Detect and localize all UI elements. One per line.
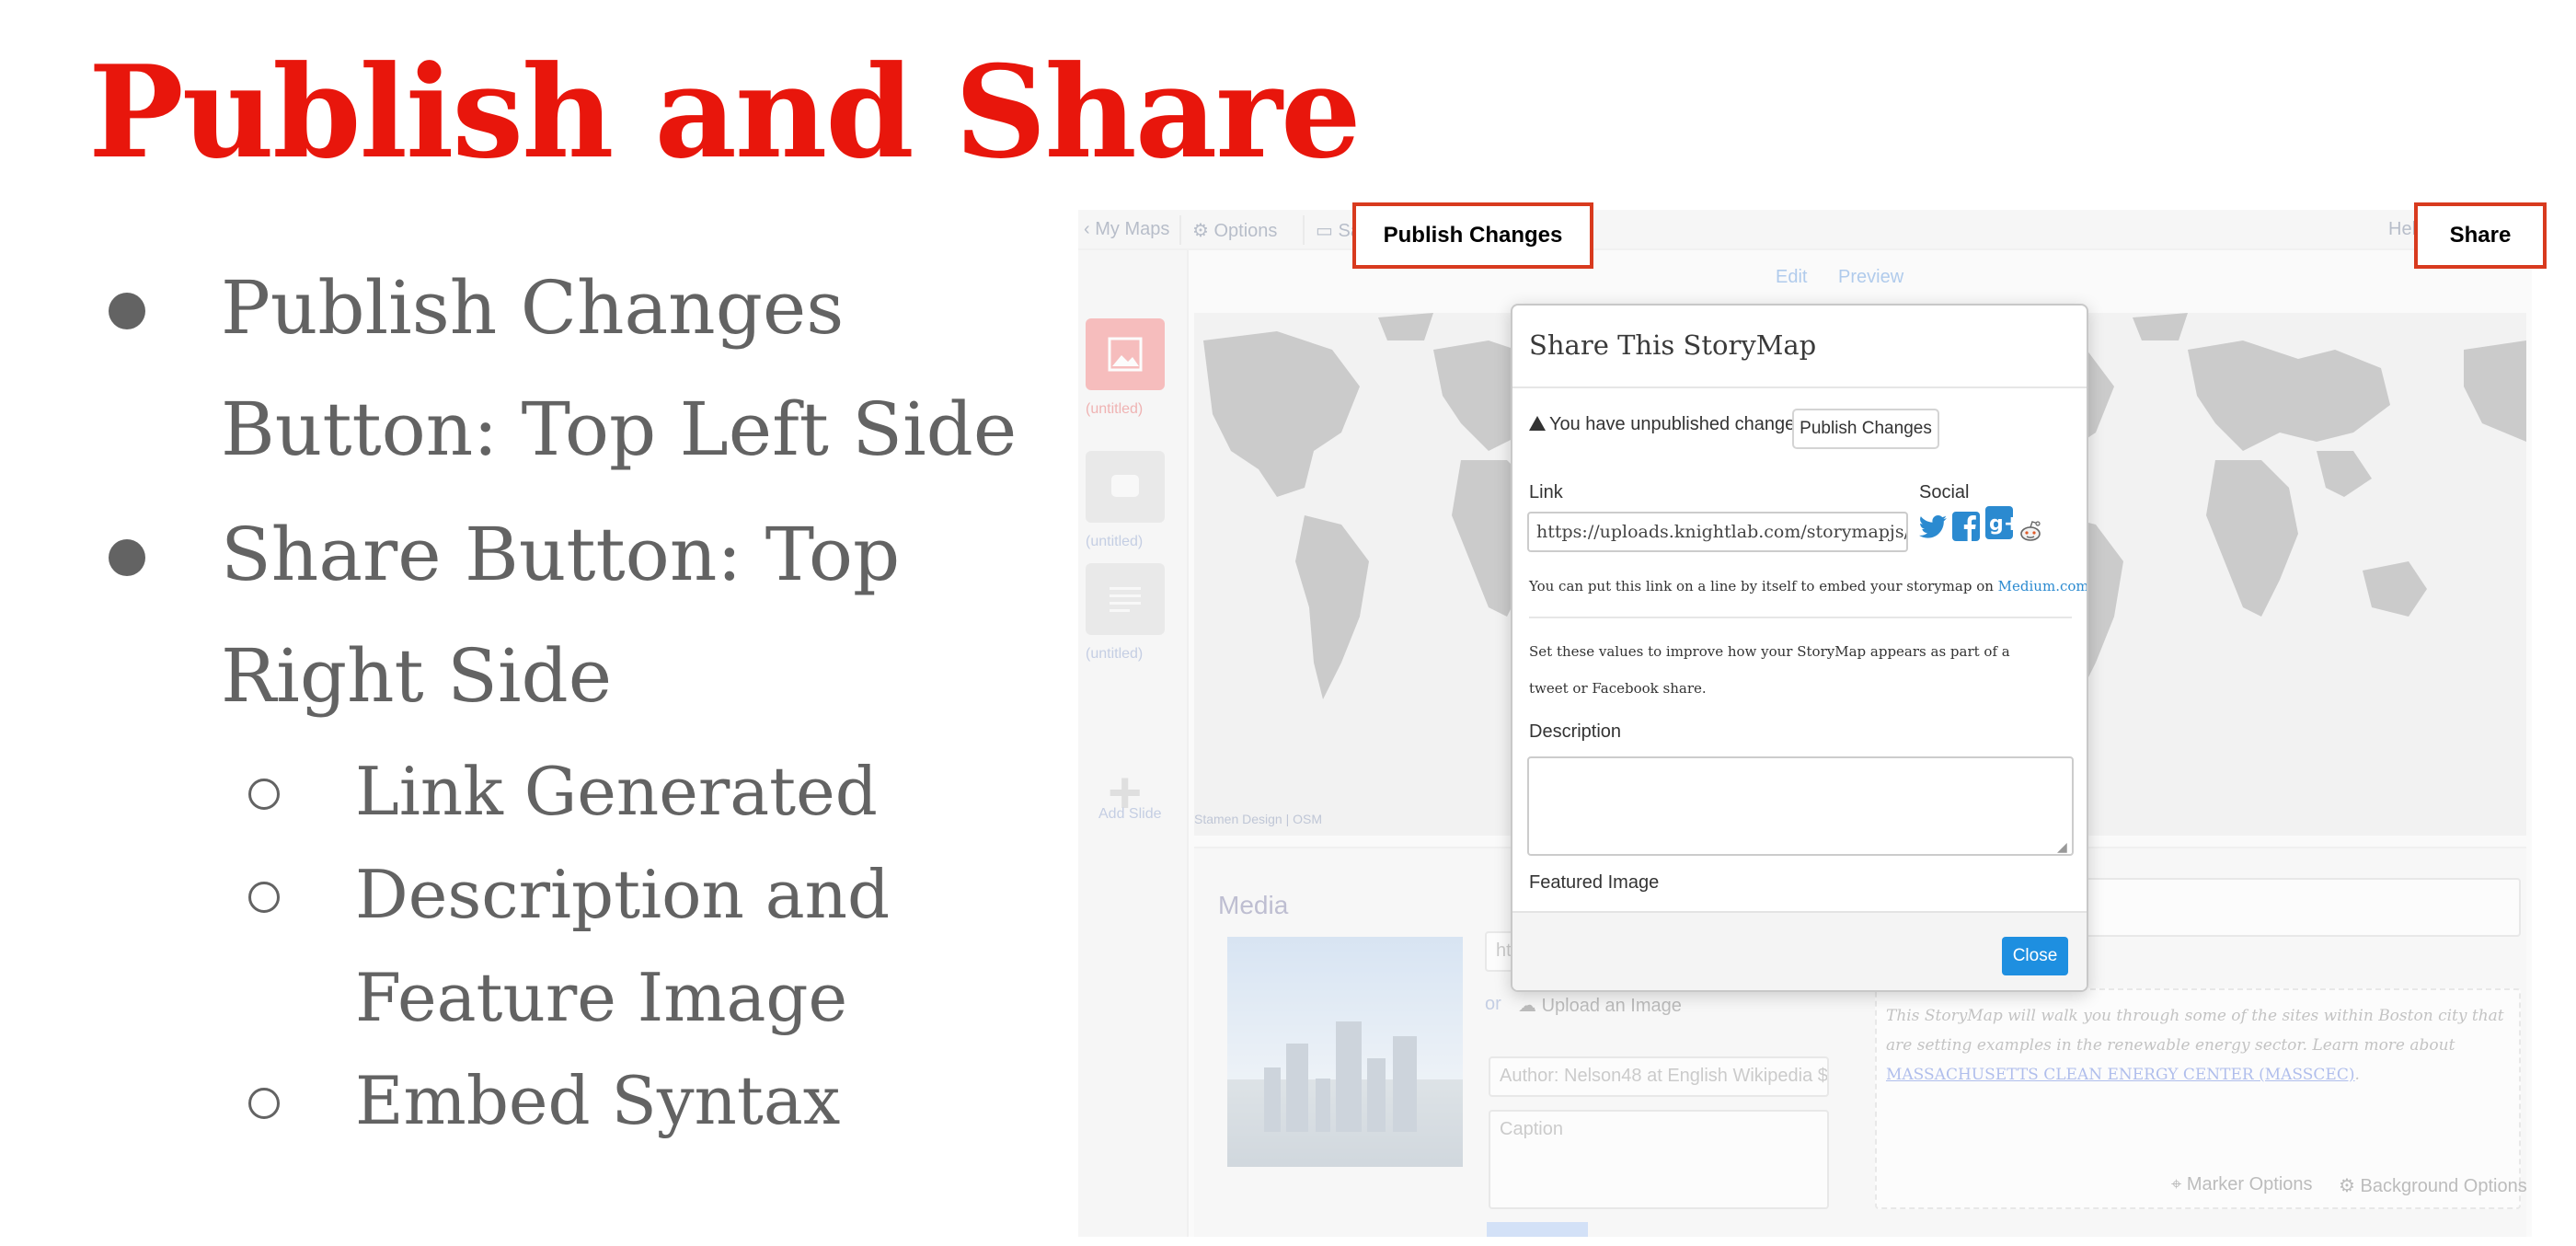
slide-thumb-2-label: (untitled) <box>1086 534 1144 549</box>
my-maps-link[interactable]: ‹ My Maps <box>1084 219 1169 240</box>
bullet-dot <box>109 293 145 329</box>
masscec-link[interactable]: MASSACHUSETTS CLEAN ENERGY CENTER (MASSC… <box>1886 1066 2355 1084</box>
twitter-icon[interactable] <box>1919 512 1949 541</box>
publish-changes-button: Publish Changes <box>1383 223 1563 248</box>
background-options-button[interactable]: ⚙ Background Options <box>2339 1174 2527 1197</box>
gear-icon: ⚙ <box>1192 221 1209 241</box>
upload-icon: ☁ <box>1518 996 1536 1016</box>
link-label: Link <box>1529 482 1563 502</box>
bullet-dot <box>109 539 145 576</box>
upload-image-button[interactable]: ☁ Upload an Image <box>1518 994 1682 1017</box>
options-button[interactable]: ⚙ Options <box>1192 219 1277 242</box>
sub-bullet-2-line-2: Feature Image <box>355 959 848 1036</box>
warning-icon <box>1529 416 1546 431</box>
slide-thumb-3-label: (untitled) <box>1086 646 1144 662</box>
dialog-divider <box>1512 386 2087 388</box>
facebook-icon[interactable] <box>1952 512 1982 541</box>
sub-bullet-ring <box>248 1088 280 1119</box>
media-thumbnail <box>1227 937 1463 1167</box>
dialog-title: Share This StoryMap <box>1529 329 1817 361</box>
description-textarea[interactable] <box>1527 756 2074 856</box>
text-icon <box>1110 587 1141 612</box>
unpublished-warning: You have unpublished changes: <box>1529 414 1810 435</box>
caption-input[interactable]: Caption <box>1489 1110 1829 1209</box>
slide-thumb-1[interactable] <box>1086 318 1165 390</box>
bullet-1-line-1: Publish Changes <box>221 265 845 351</box>
status-tag <box>1487 1222 1588 1237</box>
tab-preview[interactable]: Preview <box>1838 267 1903 288</box>
slide-thumb-3[interactable] <box>1086 563 1165 635</box>
editor-toolbar <box>1078 210 2532 250</box>
youtube-icon <box>1111 475 1139 497</box>
or-label: or <box>1485 994 1501 1014</box>
toolbar-divider <box>1179 215 1181 245</box>
close-button[interactable]: Close <box>2002 937 2068 975</box>
slide-thumb-1-label: (untitled) <box>1086 401 1144 417</box>
marker-icon: ⌖ <box>2171 1174 2182 1194</box>
sub-bullet-1: Link Generated <box>355 753 878 830</box>
slide-sidebar: (untitled) (untitled) (untitled) + Add S… <box>1078 250 1189 1237</box>
google-plus-icon[interactable]: g+ <box>1985 506 2015 539</box>
medium-link[interactable]: Medium.com <box>1998 578 2087 594</box>
save-icon: ▭ <box>1316 221 1333 241</box>
sub-bullet-3: Embed Syntax <box>355 1062 841 1139</box>
share-button: Share <box>2449 223 2512 248</box>
story-text: This StoryMap will walk you through some… <box>1886 1007 2504 1084</box>
share-dialog: Share This StoryMap You have unpublished… <box>1511 304 2088 992</box>
bullet-1-line-2: Button: Top Left Side <box>221 386 1018 472</box>
set-values-hint: Set these values to improve how your Sto… <box>1529 643 2010 697</box>
dialog-divider <box>1529 617 2072 618</box>
share-link-input[interactable]: https://uploads.knightlab.com/storymapjs… <box>1527 512 1908 552</box>
social-label: Social <box>1919 482 1970 502</box>
credit-input[interactable]: Author: Nelson48 at English Wikipedia $ <box>1489 1056 1829 1097</box>
bullet-2-line-2: Right Side <box>221 633 613 719</box>
map-attribution: Stamen Design | OSM <box>1194 812 1323 826</box>
share-highlight[interactable]: Share <box>2414 202 2547 269</box>
add-slide-label: Add Slide <box>1098 806 1162 822</box>
featured-image-label: Featured Image <box>1529 872 1660 893</box>
dialog-publish-button[interactable]: Publish Changes <box>1792 409 1939 449</box>
svg-text:g+: g+ <box>1989 513 2015 536</box>
sub-bullet-ring <box>248 779 280 810</box>
tab-edit[interactable]: Edit <box>1776 267 1807 288</box>
marker-options-button[interactable]: ⌖ Marker Options <box>2171 1174 2313 1195</box>
chevron-left-icon: ‹ <box>1084 219 1090 239</box>
media-label: Media <box>1218 891 1289 919</box>
publish-changes-highlight[interactable]: Publish Changes <box>1352 202 1593 269</box>
toolbar-divider <box>1303 215 1305 245</box>
sub-bullet-ring <box>248 882 280 913</box>
description-label: Description <box>1529 721 1622 742</box>
gear-icon: ⚙ <box>2339 1176 2355 1196</box>
reddit-icon[interactable] <box>2018 519 2042 543</box>
sub-bullet-2-line-1: Description and <box>355 856 891 933</box>
image-icon <box>1108 337 1143 372</box>
bullet-list: Publish Changes Button: Top Left Side Sh… <box>0 0 1067 1246</box>
embed-hint: You can put this link on a line by itsel… <box>1529 578 2087 594</box>
bullet-2-line-1: Share Button: Top <box>221 512 901 597</box>
slide-thumb-2[interactable] <box>1086 451 1165 523</box>
